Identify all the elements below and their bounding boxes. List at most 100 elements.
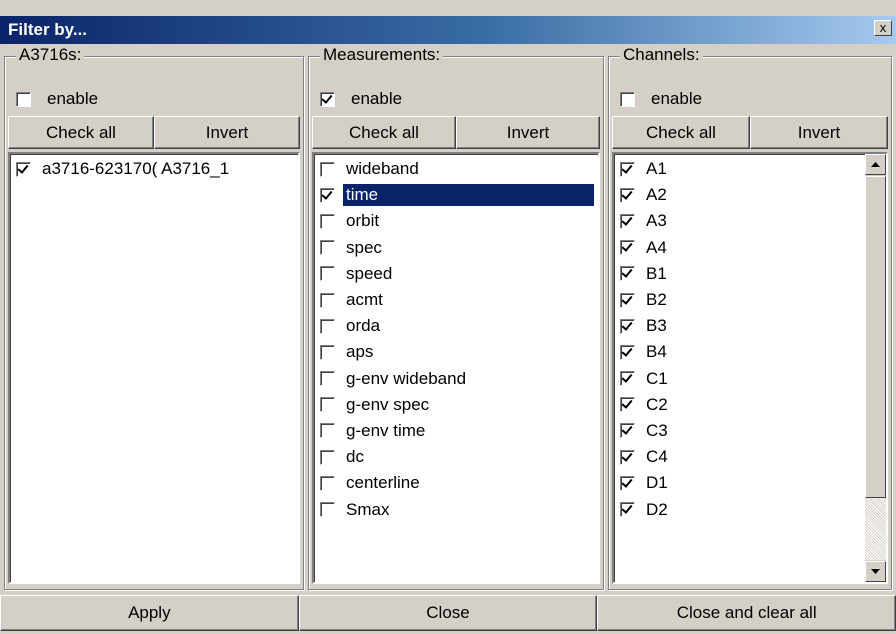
measurement-item-checkbox[interactable] xyxy=(320,502,335,518)
measurement-item-label: speed xyxy=(346,263,393,283)
measurement-item-label: dc xyxy=(346,447,364,467)
channels-check-all-button[interactable]: Check all xyxy=(612,116,750,149)
channel-item[interactable]: A3 xyxy=(614,208,865,234)
measurement-item-checkbox[interactable] xyxy=(320,423,335,439)
channel-item-label: D2 xyxy=(646,499,668,519)
channel-item-checkbox[interactable] xyxy=(620,423,635,439)
measurement-item[interactable]: aps xyxy=(314,339,598,365)
measurement-item-checkbox[interactable] xyxy=(320,318,335,334)
arrow-down-icon xyxy=(871,569,880,574)
close-button[interactable]: Close xyxy=(298,595,598,631)
measurements-enable[interactable]: enable xyxy=(320,88,402,110)
measurement-item-label: wideband xyxy=(346,159,419,179)
a3716-item-checkbox[interactable] xyxy=(16,161,31,177)
channel-item[interactable]: C4 xyxy=(614,444,865,470)
channel-item[interactable]: C3 xyxy=(614,418,865,444)
measurements-enable-checkbox[interactable] xyxy=(320,91,335,107)
measurement-item-label: acmt xyxy=(346,290,383,310)
measurement-item[interactable]: spec xyxy=(314,235,598,261)
channel-item-label: A3 xyxy=(646,211,667,231)
measurements-invert-button[interactable]: Invert xyxy=(456,116,600,149)
channels-list[interactable]: A1 A2 A3 A4 B1 B2 B3 B4 C1 C2 C3 C4 D1 D2 xyxy=(612,152,888,584)
a3716s-enable-checkbox[interactable] xyxy=(16,91,31,107)
a3716s-legend: A3716s: xyxy=(16,45,85,65)
apply-button[interactable]: Apply xyxy=(0,595,299,631)
channel-item[interactable]: B2 xyxy=(614,287,865,313)
channel-item-checkbox[interactable] xyxy=(620,475,635,491)
measurement-item-checkbox[interactable] xyxy=(320,449,335,465)
measurement-item[interactable]: time xyxy=(314,182,598,208)
channel-item-checkbox[interactable] xyxy=(620,318,635,334)
measurement-item-checkbox[interactable] xyxy=(320,266,335,282)
measurement-item-checkbox[interactable] xyxy=(320,292,335,308)
a3716-item-label: a3716-623170( A3716_1 xyxy=(42,159,230,179)
measurement-item[interactable]: g-env spec xyxy=(314,392,598,418)
measurement-item-label: spec xyxy=(346,237,382,257)
measurement-item[interactable]: orda xyxy=(314,313,598,339)
channels-scrollbar[interactable] xyxy=(865,154,886,582)
measurement-item[interactable]: centerline xyxy=(314,470,598,496)
channel-item[interactable]: B3 xyxy=(614,313,865,339)
channel-item[interactable]: B1 xyxy=(614,261,865,287)
channel-item-checkbox[interactable] xyxy=(620,371,635,387)
channel-item-checkbox[interactable] xyxy=(620,344,635,360)
title-bar[interactable]: Filter by... x xyxy=(0,16,896,44)
a3716s-invert-button[interactable]: Invert xyxy=(154,116,300,149)
measurement-item-checkbox[interactable] xyxy=(320,397,335,413)
channel-item-checkbox[interactable] xyxy=(620,266,635,282)
measurement-item-checkbox[interactable] xyxy=(320,187,335,203)
channel-item[interactable]: C1 xyxy=(614,366,865,392)
measurements-check-all-button[interactable]: Check all xyxy=(312,116,456,149)
measurement-item-label: centerline xyxy=(346,473,420,493)
measurement-item-checkbox[interactable] xyxy=(320,161,335,177)
measurement-item[interactable]: orbit xyxy=(314,208,598,234)
measurement-item[interactable]: wideband xyxy=(314,156,598,182)
scroll-down-button[interactable] xyxy=(865,561,886,582)
a3716s-enable[interactable]: enable xyxy=(16,88,98,110)
channel-item-checkbox[interactable] xyxy=(620,502,635,518)
channel-item-checkbox[interactable] xyxy=(620,397,635,413)
measurements-legend: Measurements: xyxy=(320,45,444,65)
measurement-item-checkbox[interactable] xyxy=(320,344,335,360)
window-title: Filter by... xyxy=(8,20,88,39)
measurements-list[interactable]: wideband time orbit spec speed acmt orda aps g-e… xyxy=(312,152,600,584)
a3716-item[interactable]: a3716-623170( A3716_1 xyxy=(10,156,298,182)
channels-invert-button[interactable]: Invert xyxy=(750,116,888,149)
measurement-item[interactable]: g-env time xyxy=(314,418,598,444)
measurement-item[interactable]: g-env wideband xyxy=(314,366,598,392)
channel-item[interactable]: A2 xyxy=(614,182,865,208)
scrollbar-track[interactable] xyxy=(865,498,886,560)
channels-group: Channels: enable Check all Invert A1 A2 A3… xyxy=(608,45,892,590)
channel-item[interactable]: C2 xyxy=(614,392,865,418)
close-and-clear-all-button[interactable]: Close and clear all xyxy=(597,595,896,631)
channels-legend: Channels: xyxy=(620,45,703,65)
channel-item-checkbox[interactable] xyxy=(620,213,635,229)
measurement-item-checkbox[interactable] xyxy=(320,371,335,387)
measurement-item[interactable]: dc xyxy=(314,444,598,470)
measurement-item[interactable]: Smax xyxy=(314,496,598,522)
close-window-button[interactable]: x xyxy=(874,20,892,36)
channel-item-checkbox[interactable] xyxy=(620,187,635,203)
scrollbar-thumb[interactable] xyxy=(865,176,886,498)
channel-item[interactable]: B4 xyxy=(614,339,865,365)
channel-item[interactable]: D1 xyxy=(614,470,865,496)
channel-item[interactable]: A1 xyxy=(614,156,865,182)
channels-enable-checkbox[interactable] xyxy=(620,91,635,107)
channel-item-checkbox[interactable] xyxy=(620,292,635,308)
channel-item-checkbox[interactable] xyxy=(620,240,635,256)
measurement-item[interactable]: acmt xyxy=(314,287,598,313)
channels-enable-label: enable xyxy=(651,89,703,108)
a3716s-list[interactable]: a3716-623170( A3716_1 xyxy=(8,152,300,584)
channel-item[interactable]: A4 xyxy=(614,235,865,261)
channel-item-checkbox[interactable] xyxy=(620,449,635,465)
scroll-up-button[interactable] xyxy=(865,154,886,175)
measurement-item-checkbox[interactable] xyxy=(320,240,335,256)
channel-item[interactable]: D2 xyxy=(614,496,865,522)
channel-item-checkbox[interactable] xyxy=(620,161,635,177)
a3716s-check-all-button[interactable]: Check all xyxy=(8,116,154,149)
measurement-item-checkbox[interactable] xyxy=(320,213,335,229)
channels-enable[interactable]: enable xyxy=(620,88,702,110)
channel-item-label: C1 xyxy=(646,368,668,388)
measurement-item[interactable]: speed xyxy=(314,261,598,287)
measurement-item-checkbox[interactable] xyxy=(320,475,335,491)
